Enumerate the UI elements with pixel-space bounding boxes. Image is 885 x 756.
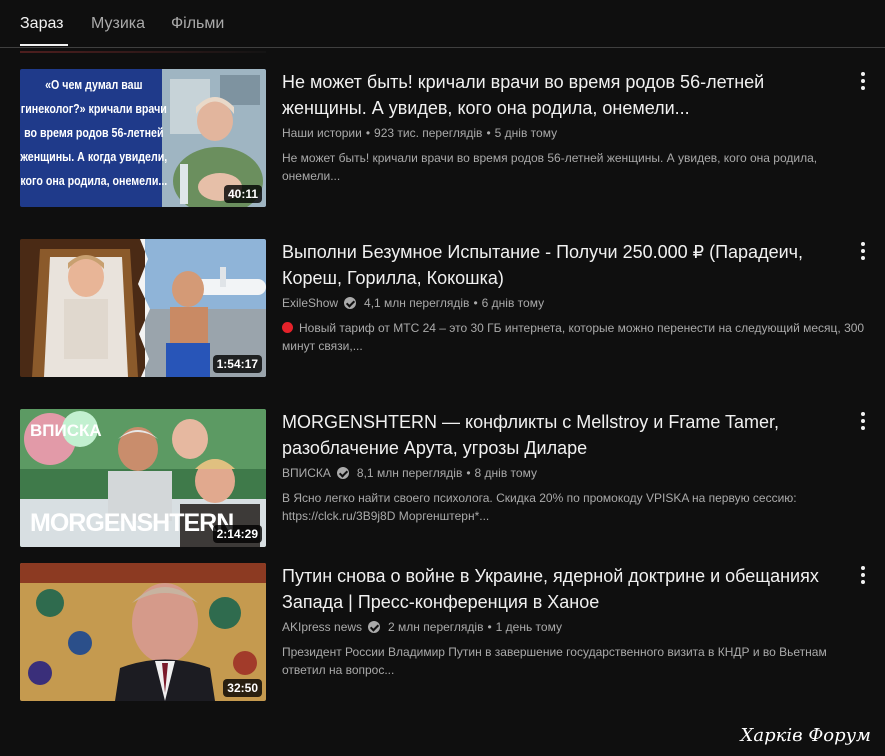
video-title[interactable]: Выполни Безумное Испытание - Получи 250.…	[282, 239, 852, 291]
video-title[interactable]: MORGENSHTERN — конфликты с Mellstroy и F…	[282, 409, 852, 461]
view-count: 2 млн переглядів	[388, 620, 484, 634]
view-count: 4,1 млн переглядів	[364, 296, 470, 310]
thumbnail-caption: MORGENSHTERN	[30, 509, 234, 537]
video-duration: 1:54:17	[212, 355, 262, 373]
previous-item-edge	[20, 51, 266, 53]
thumbnail-caption: «О чем думал ваш гинеколог?» кричали вра…	[20, 77, 168, 188]
meta-separator: •	[466, 466, 471, 480]
video-info: Не может быть! кричали врачи во время ро…	[282, 69, 852, 185]
active-tab-indicator	[20, 44, 68, 46]
video-description: В Ясно легко найти своего психолога. Ски…	[282, 491, 797, 523]
upload-age: 5 днів тому	[494, 126, 558, 140]
video-item: 1:54:17 Выполни Безумное Испытание - Пол…	[20, 239, 875, 379]
video-duration: 2:14:29	[212, 525, 262, 543]
more-vert-icon[interactable]	[851, 563, 875, 587]
video-duration: 40:11	[223, 185, 262, 203]
tab-now[interactable]: Зараз	[20, 14, 64, 34]
channel-logo-text: ВПИСКА	[30, 421, 102, 440]
video-meta: ExileShow 4,1 млн переглядів • 6 днів то…	[282, 295, 852, 311]
meta-separator: •	[486, 126, 491, 140]
video-meta: Наши истории • 923 тис. переглядів • 5 д…	[282, 125, 852, 141]
upload-age: 1 день тому	[495, 620, 562, 634]
meta-separator: •	[487, 620, 492, 634]
video-description: Не может быть! кричали врачи во время ро…	[282, 151, 818, 183]
video-info: Выполни Безумное Испытание - Получи 250.…	[282, 239, 864, 355]
meta-separator: •	[365, 126, 371, 140]
meta-separator: •	[473, 296, 478, 310]
video-item: ВПИСКА MORGENSHTERN 2:14:29 MORGENSHTERN…	[20, 409, 875, 549]
youtube-feed-page: Зараз Музика Фільми «О чем думал ваш гин…	[0, 0, 885, 756]
video-title[interactable]: Путин снова о войне в Украине, ядерной д…	[282, 563, 852, 615]
upload-age: 6 днів тому	[481, 296, 545, 310]
more-vert-icon[interactable]	[851, 239, 875, 263]
channel-name[interactable]: Наши истории	[282, 125, 362, 141]
video-item: 32:50 Путин снова о войне в Украине, яде…	[20, 563, 875, 703]
video-item: «О чем думал ваш гинеколог?» кричали вра…	[20, 69, 875, 209]
category-tabs: Зараз Музика Фільми	[0, 0, 885, 48]
video-thumbnail[interactable]: 1:54:17	[20, 239, 266, 377]
channel-name[interactable]: ExileShow	[282, 295, 338, 311]
video-duration: 32:50	[223, 679, 262, 697]
video-description: Новый тариф от МТС 24 – это 30 ГБ интерн…	[282, 319, 872, 355]
video-title[interactable]: Не может быть! кричали врачи во время ро…	[282, 69, 852, 121]
tab-music[interactable]: Музика	[91, 14, 145, 34]
video-description-text: Новый тариф от МТС 24 – это 30 ГБ интерн…	[282, 321, 865, 353]
verified-check-icon	[336, 467, 349, 479]
verified-check-icon	[368, 621, 381, 633]
verified-check-icon	[344, 297, 357, 309]
more-vert-icon[interactable]	[851, 69, 875, 93]
tab-movies[interactable]: Фільми	[171, 14, 224, 34]
video-thumbnail[interactable]: «О чем думал ваш гинеколог?» кричали вра…	[20, 69, 266, 207]
video-meta: AKIpress news 2 млн переглядів • 1 день …	[282, 619, 852, 635]
view-count: 8,1 млн переглядів	[356, 466, 463, 480]
channel-name[interactable]: AKIpress news	[282, 619, 362, 635]
video-meta: ВПИСКА 8,1 млн переглядів • 8 днів тому	[282, 465, 852, 481]
channel-name[interactable]: ВПИСКА	[282, 465, 331, 481]
video-thumbnail[interactable]: ВПИСКА MORGENSHTERN 2:14:29	[20, 409, 266, 547]
more-vert-icon[interactable]	[851, 409, 875, 433]
red-circle-icon	[282, 322, 293, 333]
video-info: MORGENSHTERN — конфликты с Mellstroy и F…	[282, 409, 852, 525]
video-description: Президент России Владимир Путин в заверш…	[282, 645, 827, 677]
view-count: 923 тис. переглядів	[374, 126, 483, 140]
video-info: Путин снова о войне в Украине, ядерной д…	[282, 563, 852, 679]
watermark: Харків Форум	[740, 725, 871, 746]
video-thumbnail[interactable]: 32:50	[20, 563, 266, 701]
upload-age: 8 днів тому	[474, 466, 537, 480]
